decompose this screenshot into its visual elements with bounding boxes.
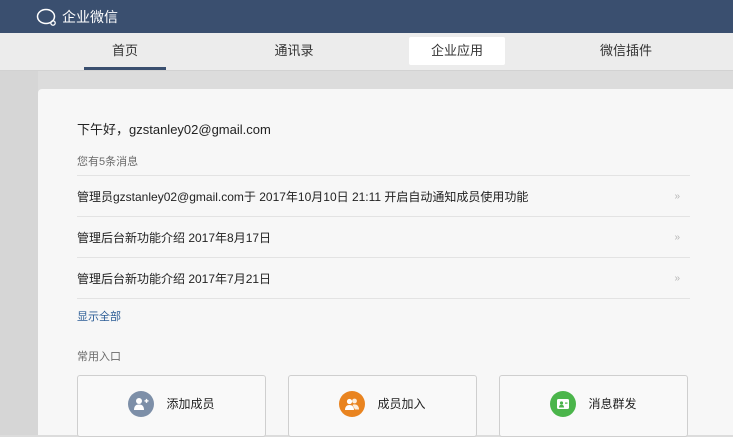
- message-text: 管理后台新功能介绍 2017年8月17日: [77, 230, 272, 245]
- chevron-right-icon: »: [674, 272, 680, 284]
- home-card: 下午好，gzstanley02@gmail.com 您有5条消息 管理员gzst…: [38, 89, 733, 437]
- entry-label: 消息群发: [588, 397, 637, 411]
- add-member-button[interactable]: 添加成员: [77, 375, 266, 437]
- entry-label: 成员加入: [377, 397, 426, 411]
- main-nav: 首页 通讯录 企业应用 微信插件: [0, 33, 733, 71]
- wecom-logo-icon: [36, 8, 56, 26]
- quick-entry-title: 常用入口: [77, 351, 121, 363]
- tab-label: 企业应用: [430, 43, 483, 58]
- tab-label: 微信插件: [599, 43, 652, 58]
- tab-label: 通讯录: [274, 43, 314, 58]
- entry-label: 添加成员: [166, 397, 215, 411]
- message-text: 管理员gzstanley02@gmail.com于 2017年10月10日 21…: [77, 189, 529, 204]
- tab-home[interactable]: 首页: [84, 37, 166, 70]
- show-all-link[interactable]: 显示全部: [77, 308, 121, 324]
- top-bar: 企业微信: [0, 0, 733, 33]
- members-join-button[interactable]: 成员加入: [288, 375, 477, 437]
- greeting-text: 下午好，gzstanley02@gmail.com: [77, 122, 271, 137]
- broadcast-icon: [550, 391, 577, 417]
- message-item[interactable]: 管理后台新功能介绍 2017年7月21日 »: [77, 257, 690, 299]
- tab-enterprise-apps[interactable]: 企业应用: [409, 37, 505, 65]
- tab-wechat-plugin[interactable]: 微信插件: [585, 37, 667, 65]
- chevron-right-icon: »: [674, 190, 680, 202]
- members-join-icon: [339, 391, 366, 417]
- page-gutter: [0, 71, 38, 435]
- message-count: 您有5条消息: [77, 156, 139, 168]
- chevron-right-icon: »: [674, 231, 680, 243]
- tab-contacts[interactable]: 通讯录: [253, 37, 335, 65]
- message-item[interactable]: 管理后台新功能介绍 2017年8月17日 »: [77, 216, 690, 257]
- tab-label: 首页: [111, 43, 138, 58]
- broadcast-button[interactable]: 消息群发: [499, 375, 688, 437]
- message-item[interactable]: 管理员gzstanley02@gmail.com于 2017年10月10日 21…: [77, 175, 690, 216]
- add-member-icon: [128, 391, 155, 417]
- message-text: 管理后台新功能介绍 2017年7月21日: [77, 271, 272, 286]
- brand-name: 企业微信: [62, 8, 118, 25]
